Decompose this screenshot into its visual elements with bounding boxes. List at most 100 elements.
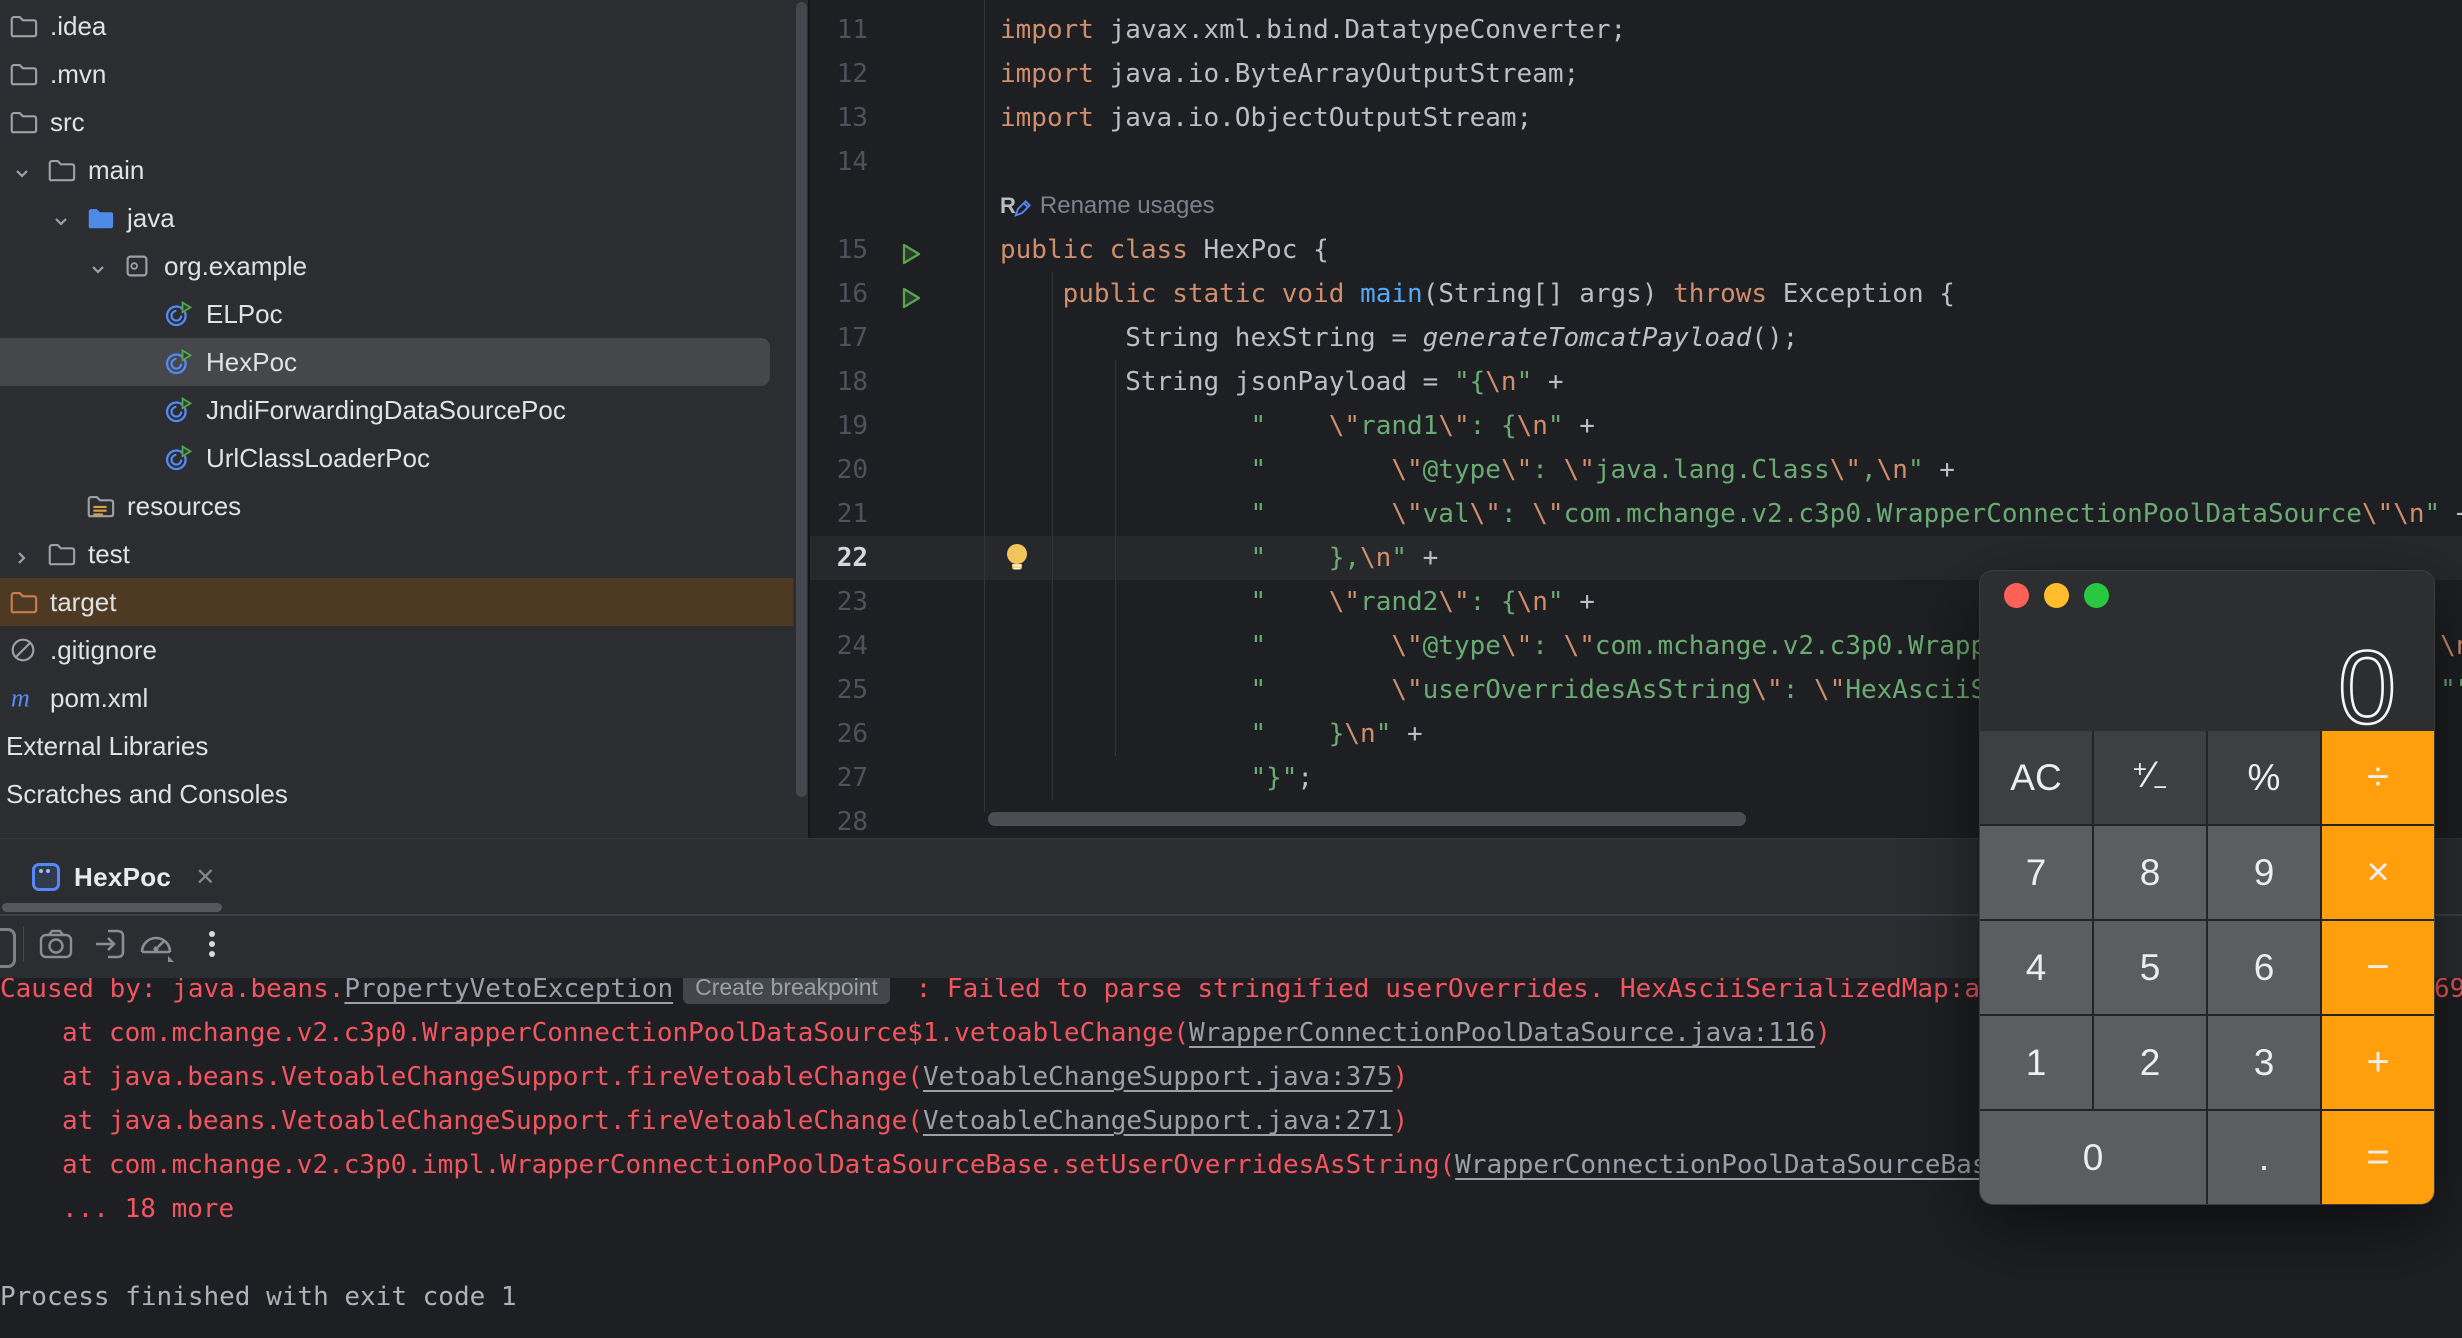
- tree-item-external-libraries[interactable]: External Libraries: [0, 722, 808, 770]
- calc-digit-8-button[interactable]: 8: [2094, 826, 2206, 919]
- calc-digit-3-button[interactable]: 3: [2208, 1016, 2320, 1109]
- tree-item-resources[interactable]: resources: [0, 482, 808, 530]
- run-line-button[interactable]: [898, 281, 924, 307]
- gutter-line-14: 14: [810, 140, 984, 184]
- calc-divide-button[interactable]: ÷: [2322, 731, 2434, 824]
- line-number: 20: [810, 448, 868, 492]
- code-line-14[interactable]: [1000, 140, 2462, 184]
- stack-frame-link[interactable]: WrapperConnectionPoolDataSource.java:116: [1189, 1018, 1815, 1048]
- code-line-16[interactable]: public static void main(String[] args) t…: [1000, 272, 2462, 316]
- sources-folder-icon: [85, 203, 115, 233]
- calc-digit-1-button[interactable]: 1: [1980, 1016, 2092, 1109]
- calc-decimal-button[interactable]: .: [2208, 1111, 2320, 1204]
- tree-item-jndiforwardingdatasourcepoc[interactable]: JndiForwardingDataSourcePoc: [0, 386, 808, 434]
- tree-item-java[interactable]: java: [0, 194, 808, 242]
- tree-item-hexpoc[interactable]: HexPoc: [0, 338, 770, 386]
- close-window-button[interactable]: [2004, 583, 2029, 608]
- error-text: at java.beans.VetoableChangeSupport.fire…: [62, 1062, 923, 1092]
- tree-item-org-example[interactable]: org.example: [0, 242, 808, 290]
- more-options-icon[interactable]: [190, 922, 234, 966]
- ignored-file-icon: [8, 635, 38, 665]
- chevron-down-icon[interactable]: [51, 208, 71, 228]
- tree-item-main[interactable]: main: [0, 146, 808, 194]
- gutter-line-19: 19: [810, 404, 984, 448]
- zoom-window-button[interactable]: [2084, 583, 2109, 608]
- code-line-21[interactable]: " \"val\": \"com.mchange.v2.c3p0.Wrapper…: [1000, 492, 2462, 536]
- code-line-20[interactable]: " \"@type\": \"java.lang.Class\",\n" +: [1000, 448, 2462, 492]
- ide-window: .idea.mvnsrcmainjavaorg.example ELPoc HexP…: [0, 0, 2462, 1338]
- chevron-right-icon[interactable]: [12, 544, 32, 564]
- calc-negate-button[interactable]: +⁄−: [2094, 731, 2206, 824]
- run-line-button[interactable]: [898, 237, 924, 263]
- gutter-line-17: 17: [810, 316, 984, 360]
- rename-usages-inlay[interactable]: RRename usages: [1000, 184, 2462, 228]
- calc-percent-button[interactable]: %: [2208, 731, 2320, 824]
- stack-frame-link[interactable]: PropertyVetoException: [344, 978, 673, 1004]
- line-number: 15: [810, 228, 868, 272]
- close-tab-icon[interactable]: ✕: [195, 863, 215, 892]
- tree-item-label: Scratches and Consoles: [6, 779, 288, 810]
- line-number: 25: [810, 668, 868, 712]
- error-text: ... 18 more: [62, 1194, 234, 1224]
- runnable-class-icon: [164, 299, 194, 329]
- gutter-line-12: 12: [810, 52, 984, 96]
- window-traffic-lights: [2004, 583, 2109, 608]
- stack-frame-link[interactable]: VetoableChangeSupport.java:375: [923, 1062, 1393, 1092]
- tab-hexpoc[interactable]: HexPoc ✕: [32, 853, 215, 901]
- tree-item-label: ELPoc: [206, 299, 283, 330]
- calc-digit-9-button[interactable]: 9: [2208, 826, 2320, 919]
- camera-icon[interactable]: [34, 922, 78, 966]
- tree-item-target[interactable]: target: [0, 578, 793, 626]
- tree-item-test[interactable]: test: [0, 530, 808, 578]
- calc-digit-2-button[interactable]: 2: [2094, 1016, 2206, 1109]
- minimize-window-button[interactable]: [2044, 583, 2069, 608]
- gutter-line-18: 18: [810, 360, 984, 404]
- tree-item--mvn[interactable]: .mvn: [0, 50, 808, 98]
- intention-bulb-icon[interactable]: [1000, 540, 1034, 576]
- gutter-line-13: 13: [810, 96, 984, 140]
- calc-clear-button[interactable]: AC: [1980, 731, 2092, 824]
- editor-horizontal-scrollbar[interactable]: [988, 812, 1746, 826]
- package-icon: [122, 251, 152, 281]
- tabbar-scrollbar[interactable]: [2, 903, 222, 912]
- tree-item--idea[interactable]: .idea: [0, 2, 808, 50]
- tree-item-src[interactable]: src: [0, 98, 808, 146]
- calc-digit-6-button[interactable]: 6: [2208, 921, 2320, 1014]
- clipped-toolbar-icon[interactable]: [0, 928, 16, 968]
- profiler-gauge-icon[interactable]: [134, 922, 178, 966]
- calc-digit-0-button[interactable]: 0: [1980, 1111, 2206, 1204]
- line-number: 19: [810, 404, 868, 448]
- calc-digit-5-button[interactable]: 5: [2094, 921, 2206, 1014]
- calc-add-button[interactable]: +: [2322, 1016, 2434, 1109]
- calc-equals-button[interactable]: =: [2322, 1111, 2434, 1204]
- import-snapshot-icon[interactable]: [88, 922, 132, 966]
- tree-item--gitignore[interactable]: .gitignore: [0, 626, 808, 674]
- calculator-window[interactable]: 0 AC+⁄−%÷ 789× 456− 123+0.=: [1979, 570, 2435, 1205]
- tree-item-urlclassloaderpoc[interactable]: UrlClassLoaderPoc: [0, 434, 808, 482]
- code-line-19[interactable]: " \"rand1\": {\n" +: [1000, 404, 2462, 448]
- calc-digit-7-button[interactable]: 7: [1980, 826, 2092, 919]
- code-line-11[interactable]: import javax.xml.bind.DatatypeConverter;: [1000, 8, 2462, 52]
- chevron-down-icon[interactable]: [88, 256, 108, 276]
- code-line-13[interactable]: import java.io.ObjectOutputStream;: [1000, 96, 2462, 140]
- tree-item-pom-xml[interactable]: mpom.xml: [0, 674, 808, 722]
- code-line-17[interactable]: String hexString = generateTomcatPayload…: [1000, 316, 2462, 360]
- stack-frame-link[interactable]: VetoableChangeSupport.java:271: [923, 1106, 1393, 1136]
- code-line-12[interactable]: import java.io.ByteArrayOutputStream;: [1000, 52, 2462, 96]
- line-number: 27: [810, 756, 868, 800]
- calc-digit-4-button[interactable]: 4: [1980, 921, 2092, 1014]
- chevron-down-icon[interactable]: [12, 160, 32, 180]
- create-breakpoint-chip[interactable]: Create breakpoint: [683, 978, 890, 1004]
- code-line-15[interactable]: public class HexPoc {: [1000, 228, 2462, 272]
- project-tree-scrollbar[interactable]: [796, 2, 807, 797]
- tree-item-elpoc[interactable]: ELPoc: [0, 290, 808, 338]
- line-number: 14: [810, 140, 868, 184]
- calc-multiply-button[interactable]: ×: [2322, 826, 2434, 919]
- error-text: Caused by: java.beans.: [0, 978, 344, 1004]
- gutter-line-16: 16: [810, 272, 984, 316]
- calc-subtract-button[interactable]: −: [2322, 921, 2434, 1014]
- calculator-keypad: AC+⁄−%÷ 789× 456− 123+0.=: [1980, 731, 2434, 1204]
- excluded-folder-icon: [8, 587, 38, 617]
- tree-item-scratches-and-consoles[interactable]: Scratches and Consoles: [0, 770, 808, 818]
- code-line-18[interactable]: String jsonPayload = "{\n" +: [1000, 360, 2462, 404]
